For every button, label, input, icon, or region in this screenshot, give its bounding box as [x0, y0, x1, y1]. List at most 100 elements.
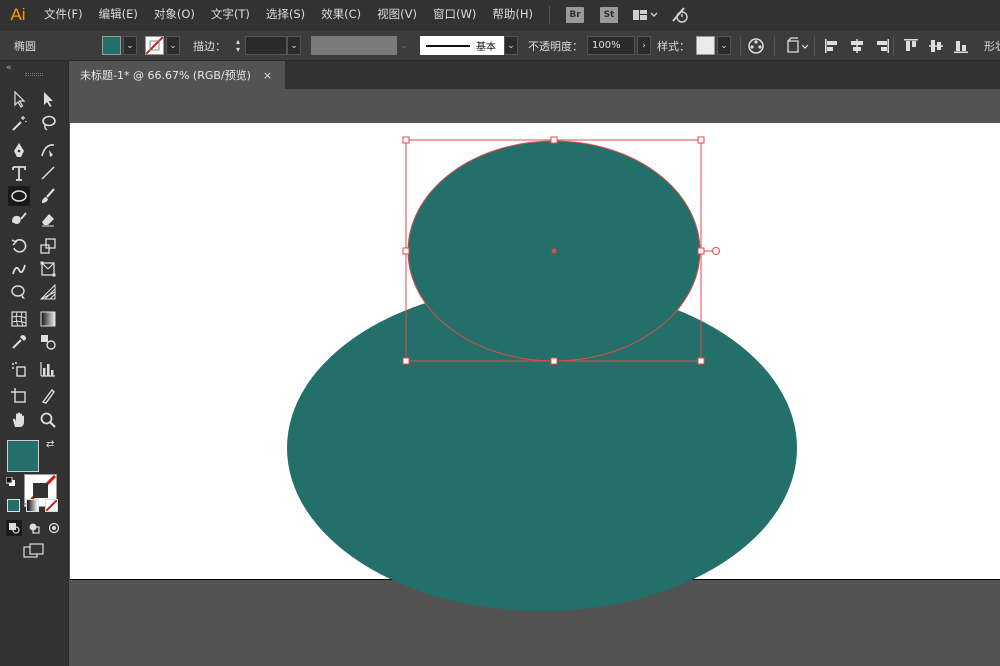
- draw-normal-icon[interactable]: [6, 520, 22, 536]
- magic-wand-tool-icon[interactable]: [8, 113, 30, 133]
- menu-object[interactable]: 对象(O): [146, 0, 203, 29]
- style-control[interactable]: ⌄: [696, 30, 731, 61]
- close-icon[interactable]: ×: [263, 69, 272, 82]
- resize-handle-bottom-right[interactable]: [697, 357, 705, 365]
- menu-help[interactable]: 帮助(H): [484, 0, 541, 29]
- canvas[interactable]: [70, 89, 1000, 666]
- selection-tool-icon[interactable]: [8, 89, 30, 109]
- resize-handle-bottom-left[interactable]: [402, 357, 410, 365]
- artwork-layer[interactable]: [70, 89, 1000, 666]
- stroke-weight-stepper[interactable]: ▴ ▾ ⌄: [231, 30, 301, 61]
- menu-edit[interactable]: 编辑(E): [91, 0, 146, 29]
- chevron-down-icon[interactable]: ⌄: [123, 36, 137, 55]
- symbol-sprayer-tool-icon[interactable]: [8, 359, 30, 379]
- chevron-down-icon[interactable]: ⌄: [166, 36, 180, 55]
- stepper-arrows-icon[interactable]: ▴ ▾: [231, 36, 245, 55]
- ellipse-tool-icon[interactable]: [8, 186, 30, 206]
- gradient-mode-button[interactable]: [26, 499, 39, 512]
- blend-tool-icon[interactable]: [37, 332, 59, 352]
- align-left-icon[interactable]: [823, 30, 841, 61]
- eraser-tool-icon[interactable]: [37, 209, 59, 229]
- scale-tool-icon[interactable]: [37, 236, 59, 256]
- none-mode-button[interactable]: [45, 499, 58, 512]
- fill-color-control[interactable]: ⌄: [102, 30, 137, 61]
- resize-handle-top-left[interactable]: [402, 136, 410, 144]
- panel-grip[interactable]: [25, 73, 43, 76]
- menu-file[interactable]: 文件(F): [36, 0, 91, 29]
- variable-width-profile[interactable]: ⌄: [311, 30, 411, 61]
- resize-handle-top[interactable]: [550, 136, 558, 144]
- align-top-icon[interactable]: [902, 30, 920, 61]
- free-transform-tool-icon[interactable]: [37, 259, 59, 279]
- eyedropper-tool-icon[interactable]: [8, 332, 30, 352]
- opacity-field[interactable]: 100%: [587, 36, 635, 55]
- opacity-control[interactable]: 100% ›: [587, 30, 651, 61]
- stock-button[interactable]: St: [599, 6, 618, 23]
- type-tool-icon[interactable]: [8, 163, 30, 183]
- paintbrush-tool-icon[interactable]: [37, 186, 59, 206]
- draw-behind-icon[interactable]: [26, 520, 42, 536]
- draw-inside-icon[interactable]: [46, 520, 62, 536]
- align-horizontal-center-icon[interactable]: [848, 30, 866, 61]
- align-right-icon[interactable]: [873, 30, 891, 61]
- column-graph-tool-icon[interactable]: [37, 359, 59, 379]
- curvature-tool-icon[interactable]: [37, 140, 59, 160]
- recolor-artwork-icon[interactable]: [747, 30, 765, 61]
- stroke-none-swatch[interactable]: [145, 36, 164, 55]
- hand-tool-icon[interactable]: [8, 410, 30, 430]
- default-fill-stroke-icon[interactable]: [5, 476, 16, 487]
- mesh-tool-icon[interactable]: [8, 309, 30, 329]
- resize-handle-right[interactable]: [697, 247, 705, 255]
- gpu-performance-icon[interactable]: [670, 6, 690, 24]
- gradient-tool-icon[interactable]: [37, 309, 59, 329]
- workspace-layout-icon[interactable]: [632, 8, 658, 22]
- menu-view[interactable]: 视图(V): [369, 0, 425, 29]
- chevron-down-icon[interactable]: ⌄: [717, 36, 731, 55]
- artboard-tool-icon[interactable]: [8, 386, 30, 406]
- resize-handle-bottom[interactable]: [550, 357, 558, 365]
- chevron-down-icon: ⌄: [400, 40, 408, 51]
- center-point: [551, 248, 557, 254]
- menu-effect[interactable]: 效果(C): [313, 0, 369, 29]
- brush-definition[interactable]: 基本 ⌄: [420, 30, 518, 61]
- menu-window[interactable]: 窗口(W): [425, 0, 484, 29]
- fill-color-indicator[interactable]: [7, 440, 39, 472]
- zoom-tool-icon[interactable]: [37, 410, 59, 430]
- chevron-right-icon[interactable]: ›: [637, 36, 651, 55]
- direct-selection-tool-icon[interactable]: [37, 89, 59, 109]
- line-segment-tool-icon[interactable]: [37, 163, 59, 183]
- shape-builder-tool-icon[interactable]: [8, 282, 30, 302]
- stroke-weight-field[interactable]: [245, 36, 287, 55]
- collapse-panel-icon[interactable]: «: [6, 63, 12, 73]
- shape-properties-icon[interactable]: [786, 30, 810, 61]
- variable-width-field[interactable]: [311, 36, 397, 55]
- graphic-style-swatch[interactable]: [696, 36, 715, 55]
- chevron-down-icon[interactable]: ⌄: [504, 36, 518, 55]
- brush-field[interactable]: 基本: [420, 36, 504, 55]
- lasso-tool-icon[interactable]: [37, 113, 59, 133]
- fill-swatch[interactable]: [102, 36, 121, 55]
- align-vertical-center-icon[interactable]: [927, 30, 945, 61]
- color-mode-button[interactable]: [7, 499, 20, 512]
- shape-overflow-label[interactable]: 形状: [984, 30, 1000, 61]
- align-bottom-icon[interactable]: [952, 30, 970, 61]
- stroke-color-control[interactable]: ⌄: [145, 30, 180, 61]
- swap-fill-stroke-icon[interactable]: ⇄: [46, 439, 54, 450]
- menu-select[interactable]: 选择(S): [258, 0, 313, 29]
- resize-handle-left[interactable]: [402, 247, 410, 255]
- warp-tool-icon[interactable]: [8, 259, 30, 279]
- pen-tool-icon[interactable]: [8, 140, 30, 160]
- perspective-grid-tool-icon[interactable]: [37, 282, 59, 302]
- rotate-tool-icon[interactable]: [8, 236, 30, 256]
- menu-separator: [548, 5, 550, 24]
- slice-tool-icon[interactable]: [37, 386, 59, 406]
- document-tab-bar: 未标题-1* @ 66.67% (RGB/预览) ×: [70, 61, 1000, 89]
- resize-handle-top-right[interactable]: [697, 136, 705, 144]
- chevron-down-icon[interactable]: ⌄: [287, 36, 301, 55]
- document-tab[interactable]: 未标题-1* @ 66.67% (RGB/预览) ×: [70, 61, 285, 89]
- bridge-button[interactable]: Br: [565, 6, 584, 23]
- pie-widget-handle[interactable]: [712, 247, 720, 255]
- change-screen-mode-icon[interactable]: [23, 543, 45, 559]
- shaper-tool-icon[interactable]: [8, 209, 30, 229]
- menu-type[interactable]: 文字(T): [203, 0, 258, 29]
